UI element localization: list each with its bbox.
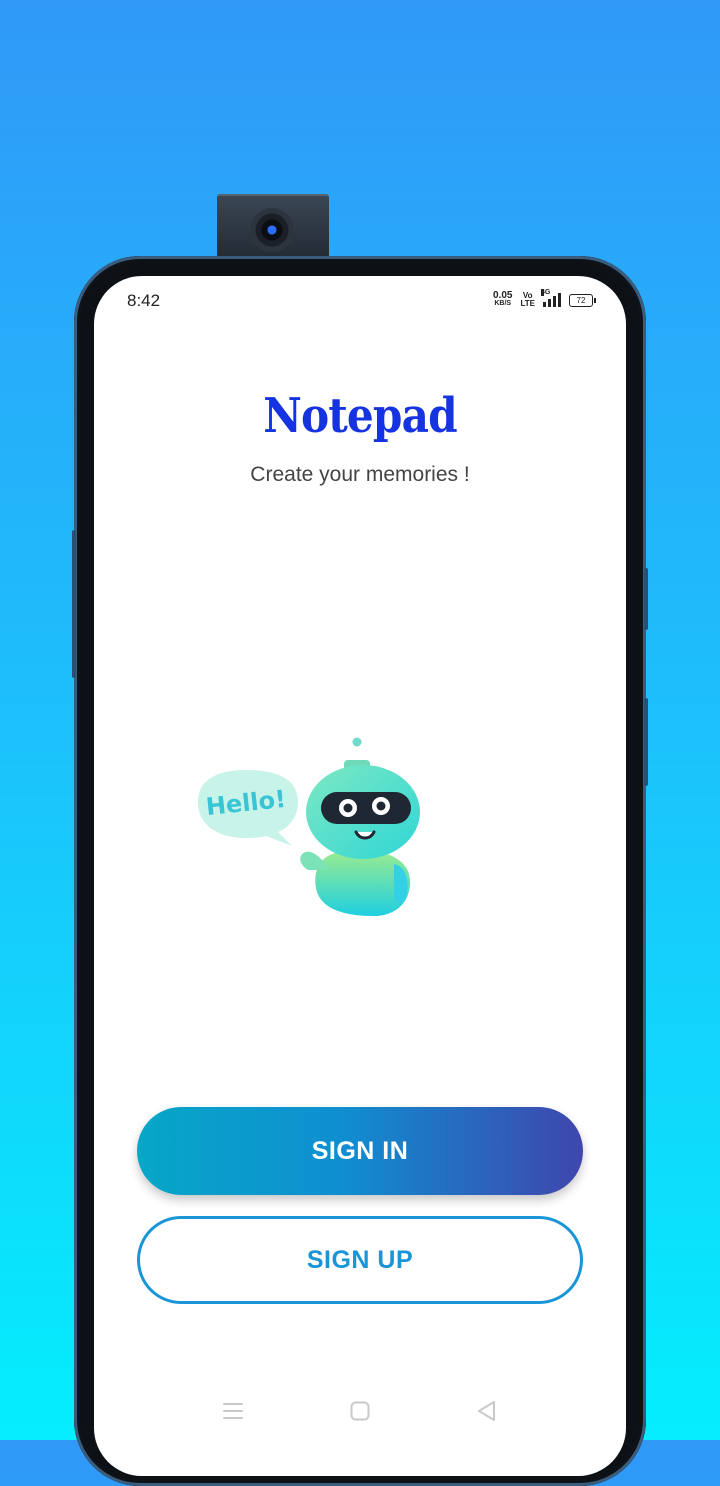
status-bar: 8:42 0.05 KB/S Vo LTE 4G 72: [94, 276, 626, 326]
network-type: 4G: [541, 289, 551, 296]
network-speed-unit: KB/S: [494, 300, 512, 307]
robot-hello-illustration: Hello!: [198, 737, 420, 916]
app-title: Notepad: [263, 388, 457, 444]
phone-side-button-left: [72, 530, 76, 678]
menu-icon[interactable]: [221, 1399, 245, 1423]
popup-camera: [217, 194, 329, 260]
phone-screen: 8:42 0.05 KB/S Vo LTE 4G 72 Notepad Crea…: [94, 276, 626, 1476]
sign-up-button[interactable]: SIGN UP: [137, 1216, 583, 1304]
phone-side-button-right-bottom: [644, 698, 648, 786]
status-time: 8:42: [127, 291, 161, 310]
volte-icon: Vo LTE: [520, 292, 535, 308]
battery-level: 72: [576, 295, 586, 305]
speech-bubble: Hello!: [198, 770, 298, 846]
robot: [300, 737, 420, 916]
status-icons: 0.05 KB/S Vo LTE 4G 72: [493, 289, 596, 308]
network-speed-value: 0.05: [493, 290, 513, 301]
volte-bottom: LTE: [520, 299, 535, 308]
navigation-bar: [94, 1391, 626, 1431]
back-icon[interactable]: [475, 1399, 499, 1423]
battery-icon: 72: [569, 293, 596, 307]
camera-lens: [250, 208, 294, 252]
phone-side-button-right-top: [644, 568, 648, 630]
app-subtitle: Create your memories !: [250, 463, 470, 486]
network-speed: 0.05 KB/S: [493, 290, 513, 308]
signal-icon: 4G: [541, 289, 561, 307]
home-icon[interactable]: [348, 1399, 372, 1423]
sign-in-button[interactable]: SIGN IN: [137, 1107, 583, 1195]
